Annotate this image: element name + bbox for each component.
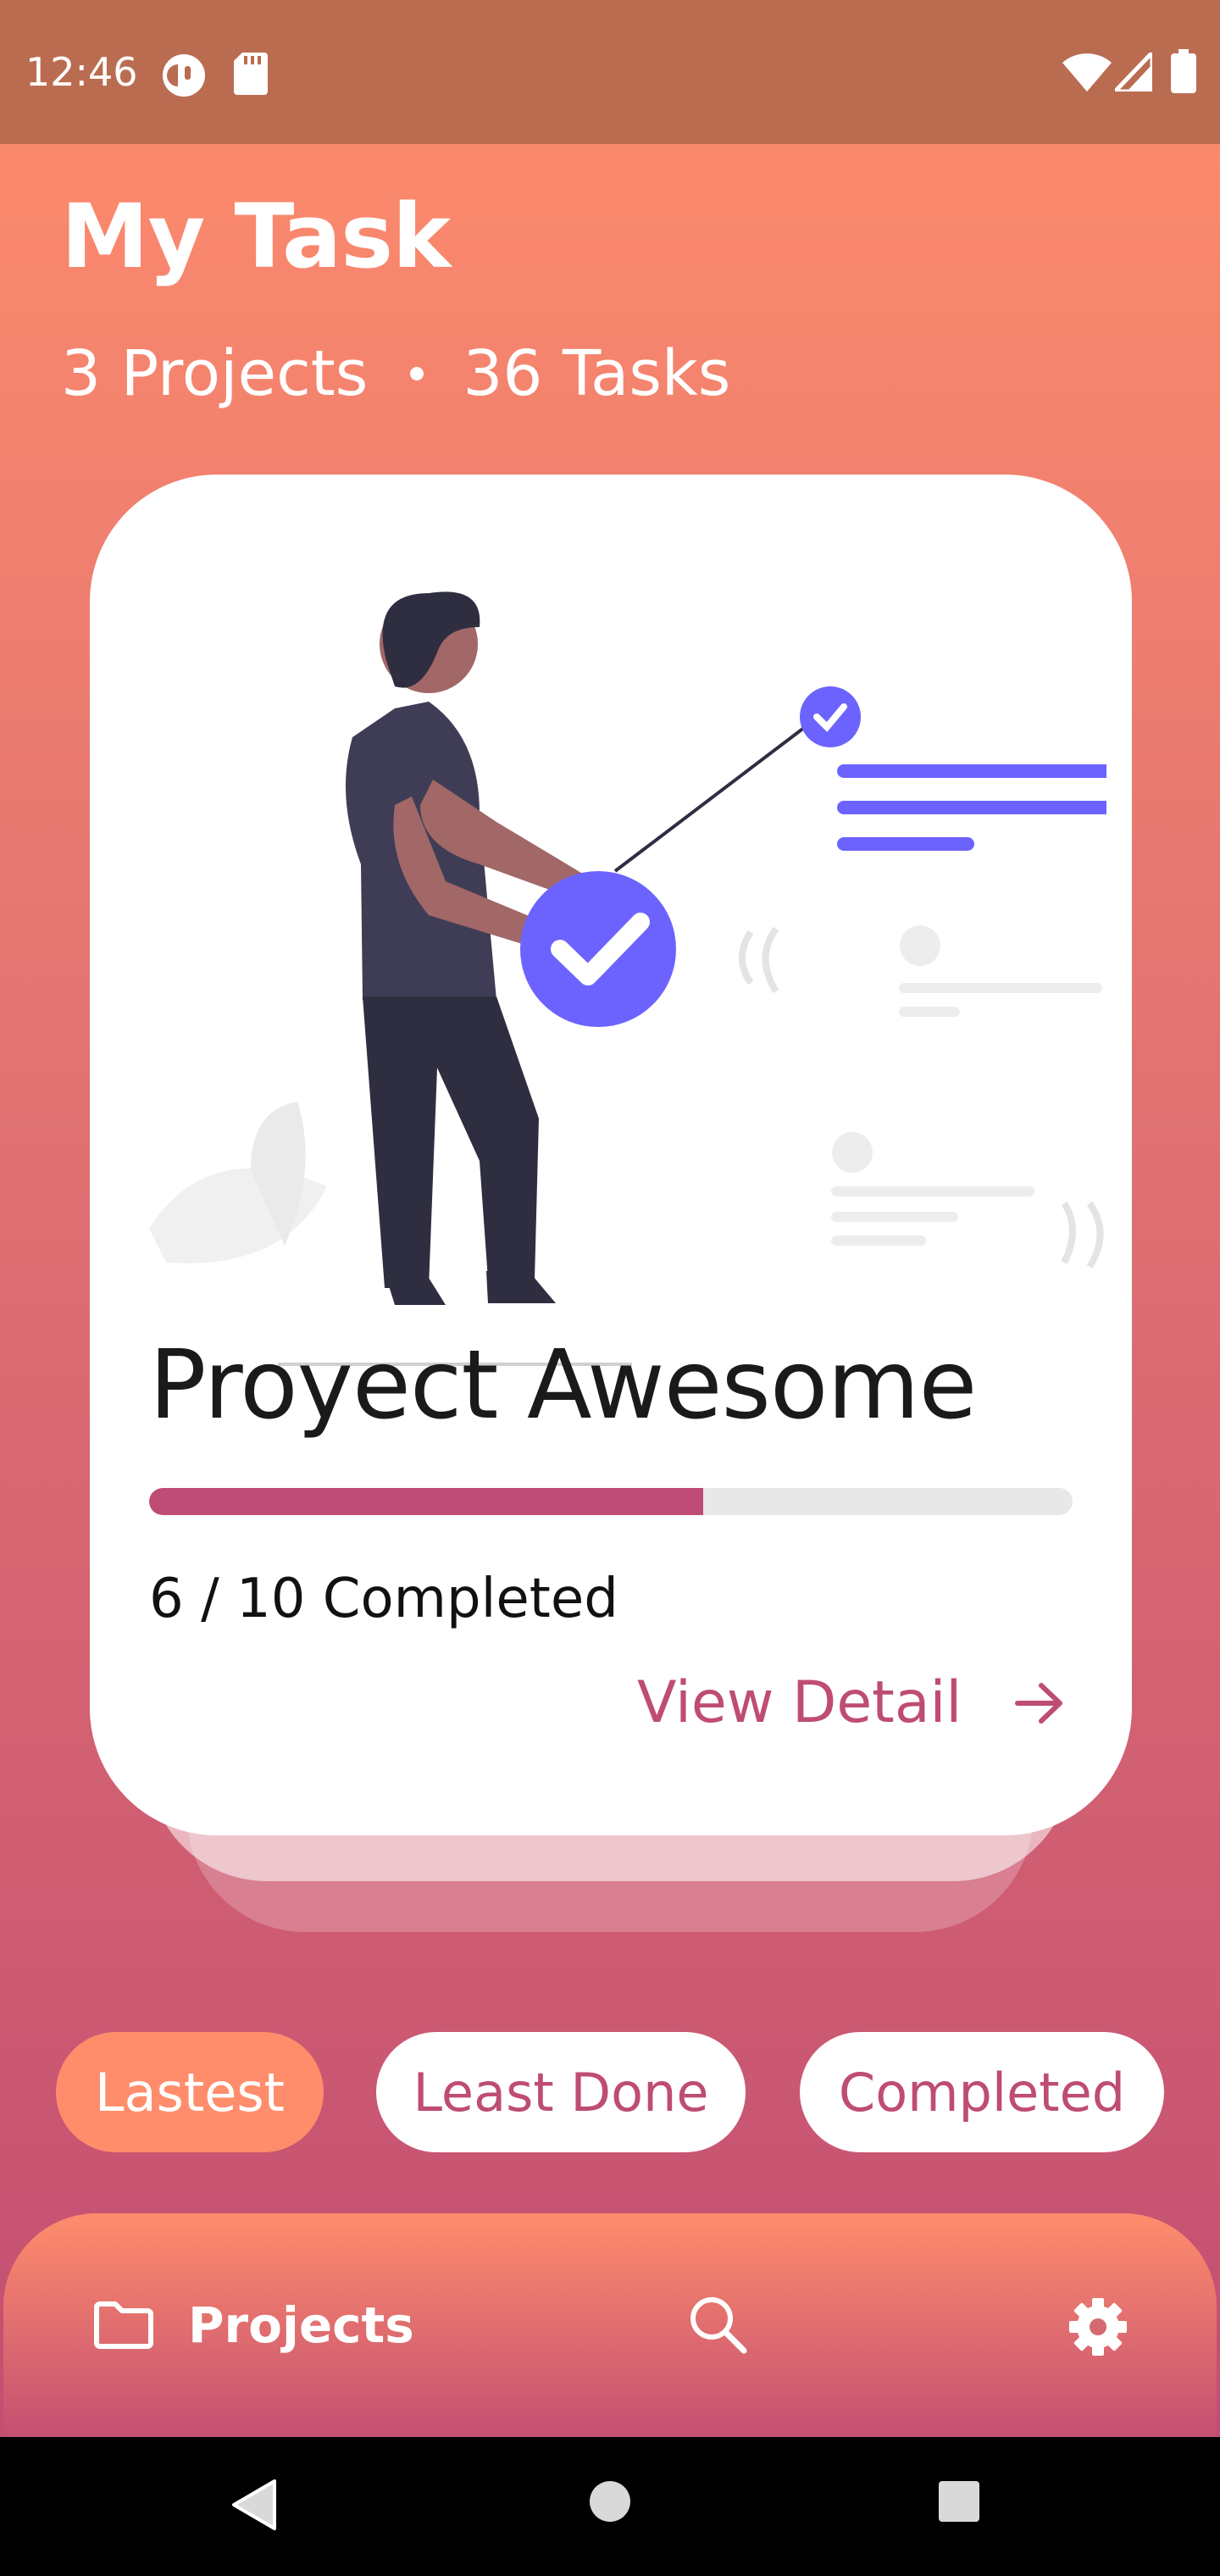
search-icon[interactable] <box>688 2295 747 2354</box>
wifi-icon <box>1062 53 1112 92</box>
progress-bar <box>149 1488 1073 1515</box>
project-card[interactable]: Proyect Awesome 6 / 10 Completed View De… <box>90 475 1132 1835</box>
progress-label: 6 / 10 Completed <box>149 1568 618 1630</box>
folder-icon <box>94 2301 153 2349</box>
filter-chip-completed[interactable]: Completed <box>800 2032 1164 2152</box>
home-icon[interactable] <box>588 2479 632 2523</box>
filter-chip-latest[interactable]: Lastest <box>56 2032 324 2152</box>
status-bar: 12:46 <box>0 0 1220 144</box>
app-screen: 12:46 My Task 3 Projects 36 Tasks Proyec… <box>0 0 1220 2437</box>
sd-card-icon <box>234 53 268 95</box>
gear-icon[interactable] <box>1068 2296 1128 2357</box>
system-navigation-bar <box>0 2437 1220 2576</box>
view-detail-label: View Detail <box>637 1669 962 1736</box>
page-title: My Task <box>61 185 451 288</box>
progress-bar-fill <box>149 1488 703 1515</box>
projects-count: 3 Projects <box>61 337 369 410</box>
filter-chip-least-done[interactable]: Least Done <box>376 2032 746 2152</box>
summary-line: 3 Projects 36 Tasks <box>61 337 730 410</box>
nav-projects-label: Projects <box>188 2296 414 2354</box>
view-detail-button[interactable]: View Detail <box>637 1669 1065 1736</box>
tasks-count: 36 Tasks <box>463 337 731 410</box>
notification-icon <box>163 54 205 97</box>
task-illustration <box>149 591 1106 1366</box>
status-time: 12:46 <box>25 49 138 95</box>
cellular-signal-icon <box>1115 53 1152 92</box>
arrow-right-icon <box>1015 1682 1063 1724</box>
recents-icon[interactable] <box>937 2479 981 2523</box>
bottom-navigation: Projects <box>3 2213 1217 2437</box>
back-icon[interactable] <box>230 2478 278 2532</box>
nav-item-projects[interactable]: Projects <box>93 2296 414 2354</box>
separator-dot <box>410 367 424 380</box>
battery-icon <box>1171 49 1196 93</box>
project-name: Proyect Awesome <box>149 1330 977 1441</box>
